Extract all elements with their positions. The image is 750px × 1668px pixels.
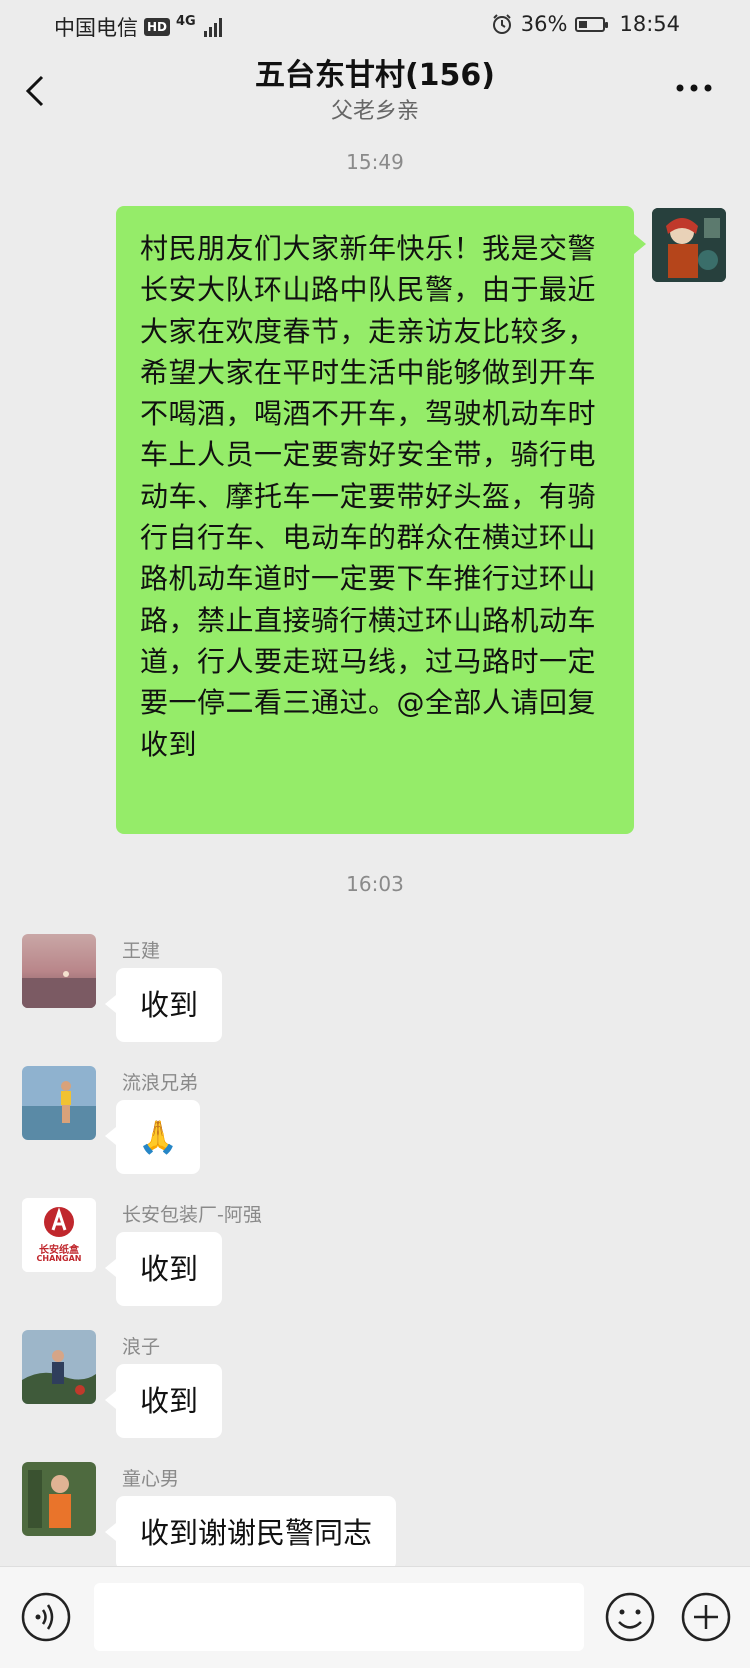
self-avatar-image (652, 208, 726, 282)
logo-subtext: CHANGAN (36, 1254, 82, 1263)
sunset-avatar-image (22, 934, 96, 1008)
emoji-icon[interactable] (604, 1591, 656, 1643)
sender-avatar[interactable] (22, 1330, 96, 1404)
sender-name: 流浪兄弟 (122, 1072, 199, 1094)
title-block: 五台东甘村(156) 父老乡亲 (0, 56, 750, 128)
alarm-icon (492, 14, 511, 34)
sender-avatar[interactable] (22, 1462, 96, 1536)
chat-title[interactable]: 五台东甘村(156) (0, 56, 750, 96)
more-dots-icon[interactable] (674, 80, 714, 96)
sender-name: 王建 (122, 940, 161, 962)
carrier-name: 中国电信 (54, 16, 138, 40)
voice-icon[interactable] (20, 1591, 72, 1643)
folded-hands-emoji: 🙏 (138, 1118, 178, 1156)
beach-avatar-image (22, 1066, 96, 1140)
clock-time: 18:54 (619, 12, 680, 36)
battery-icon (575, 16, 609, 32)
sender-name: 浪子 (122, 1336, 161, 1358)
incoming-message-bubble[interactable]: 收到 (104, 968, 223, 1042)
sender-avatar[interactable] (22, 934, 96, 1008)
incoming-message-bubble[interactable]: 收到 (104, 1232, 223, 1306)
message-input[interactable] (94, 1583, 584, 1651)
chat-input-bar (0, 1566, 750, 1668)
outgoing-message-bubble[interactable]: 村民朋友们大家新年快乐！我是交警长安大队环山路中队民警，由于最近大家在欢度春节，… (116, 206, 646, 834)
person-avatar-image (22, 1462, 96, 1536)
sender-name: 长安包装厂-阿强 (122, 1204, 262, 1226)
chat-subtitle: 父老乡亲 (330, 99, 419, 124)
incoming-message-bubble[interactable]: 收到 (104, 1364, 223, 1438)
hd-badge: HD (144, 18, 171, 36)
battery-percent: 36% (520, 12, 568, 36)
sender-avatar[interactable] (22, 1066, 96, 1140)
status-right: 36% 18:54 (491, 12, 680, 36)
signal-icon (203, 17, 222, 37)
chat-header: 五台东甘村(156) 父老乡亲 (0, 52, 750, 142)
message-timestamp: 16:03 (346, 872, 404, 896)
incoming-emoji-bubble[interactable]: 🙏 (105, 1100, 200, 1174)
status-left: 中国电信 HD 4G (54, 12, 222, 42)
network-type: 4G (176, 13, 196, 29)
outdoor-avatar-image (22, 1330, 96, 1404)
status-bar: 中国电信 HD 4G 36% 18:54 (0, 0, 750, 52)
message-timestamp: 15:49 (346, 150, 404, 174)
battery-fill (579, 20, 588, 28)
sender-avatar[interactable]: 长安纸盒 CHANGAN (22, 1198, 96, 1272)
sender-name: 童心男 (122, 1468, 180, 1490)
self-avatar[interactable] (652, 208, 726, 282)
plus-icon[interactable] (680, 1591, 732, 1643)
incoming-message-bubble[interactable]: 收到谢谢民警同志 (104, 1496, 397, 1570)
